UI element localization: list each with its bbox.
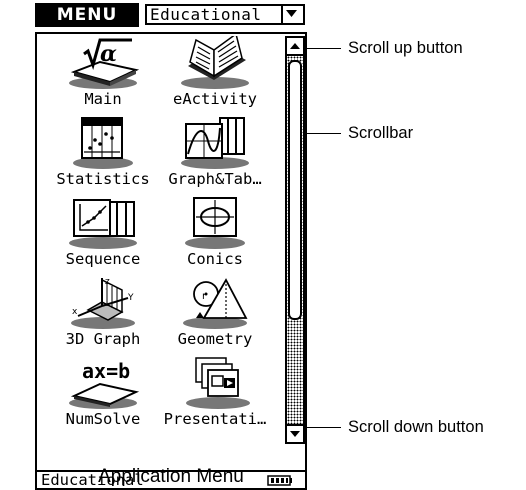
svg-text:Y: Y [127, 293, 134, 303]
numsolve-icon: ax=b [69, 359, 140, 409]
stats-list-icon [73, 117, 133, 169]
app-graph-table[interactable]: Graph&Tab… [150, 116, 280, 196]
svg-text:z: z [105, 277, 110, 287]
conics-icon [185, 197, 245, 249]
scroll-down-button[interactable] [287, 424, 303, 442]
app-label: Sequence [65, 250, 141, 268]
app-3d-graph[interactable]: z Y x 3D Graph [38, 276, 168, 356]
app-label: Main [84, 90, 122, 108]
presentation-icon [186, 357, 250, 409]
app-label: Presentati… [163, 410, 267, 428]
figure-caption: Application Menu [98, 466, 244, 487]
chevron-down-icon[interactable] [281, 6, 303, 23]
scroll-up-button[interactable] [287, 38, 303, 56]
callout-scroll-down: Scroll down button [348, 418, 484, 436]
app-label: NumSolve [65, 410, 141, 428]
app-presentation[interactable]: Presentati… [150, 356, 280, 436]
svg-text:ax=b: ax=b [82, 359, 130, 383]
app-label: Geometry [177, 330, 253, 348]
svg-text:α: α [100, 41, 117, 67]
arrow-up-icon [290, 43, 300, 49]
callout-line-scroll-down [305, 427, 341, 428]
callout-line-scrollbar [305, 133, 341, 134]
app-label: Statistics [56, 170, 150, 188]
app-label: 3D Graph [65, 330, 141, 348]
svg-text:x: x [72, 307, 78, 317]
sqrt-alpha-icon: α [69, 38, 140, 89]
scrollbar[interactable] [285, 36, 305, 444]
graph-table-icon [181, 117, 249, 169]
sequence-icon [69, 199, 137, 249]
app-numsolve[interactable]: ax=b NumSolve [38, 356, 168, 436]
geometry-icon: r [183, 278, 248, 329]
category-dropdown[interactable]: Educational [145, 4, 305, 25]
app-geometry[interactable]: r Geometry [150, 276, 280, 356]
callout-line-scroll-up [305, 48, 341, 49]
open-book-icon [181, 36, 249, 89]
menu-button[interactable]: MENU [35, 3, 139, 27]
app-conics[interactable]: Conics [150, 196, 280, 276]
app-label: Graph&Tab… [168, 170, 262, 188]
app-statistics[interactable]: Statistics [38, 116, 168, 196]
app-eactivity[interactable]: eActivity [150, 36, 280, 116]
arrow-down-icon [290, 431, 300, 437]
app-label: Conics [187, 250, 243, 268]
category-value: Educational [150, 5, 262, 24]
3d-graph-icon: z Y x [71, 277, 135, 329]
app-main[interactable]: α Main [38, 36, 168, 116]
scroll-thumb[interactable] [288, 60, 302, 320]
callout-scrollbar: Scrollbar [348, 124, 414, 142]
app-label: eActivity [173, 90, 257, 108]
callout-scroll-up: Scroll up button [348, 39, 463, 57]
app-sequence[interactable]: Sequence [38, 196, 168, 276]
